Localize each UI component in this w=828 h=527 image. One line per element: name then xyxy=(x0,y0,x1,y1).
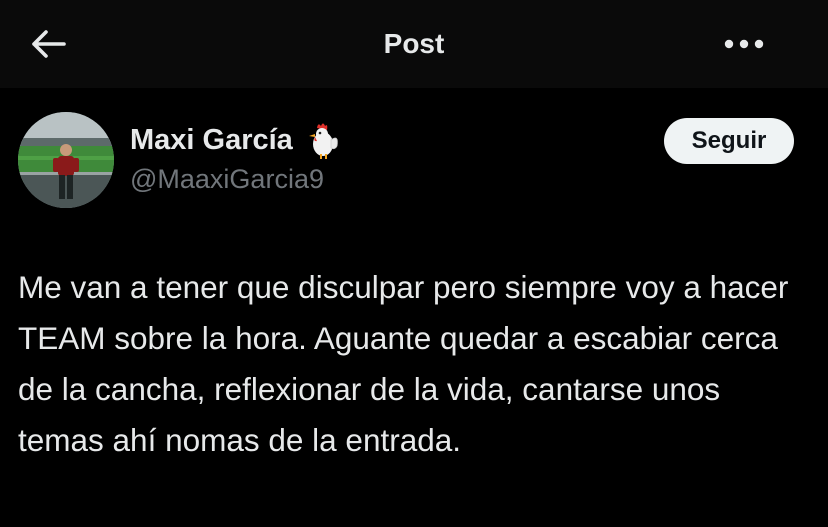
more-options-button[interactable] xyxy=(716,24,772,64)
page-title: Post xyxy=(383,28,445,59)
follow-button[interactable]: Seguir xyxy=(664,118,794,164)
rooster-emoji-icon xyxy=(308,123,338,159)
back-button[interactable] xyxy=(24,22,72,66)
author-name-text: Maxi García xyxy=(130,123,293,156)
arrow-left-icon xyxy=(32,30,66,58)
more-horizontal-icon xyxy=(724,39,764,49)
avatar[interactable] xyxy=(18,112,114,208)
author-name[interactable]: Maxi García xyxy=(130,120,343,160)
post-text: Me van a tener que disculpar pero siempr… xyxy=(18,269,789,458)
profile-photo xyxy=(18,112,114,208)
author-handle[interactable]: @MaaxiGarcia9 xyxy=(130,164,324,195)
top-bar: Post xyxy=(0,0,828,88)
